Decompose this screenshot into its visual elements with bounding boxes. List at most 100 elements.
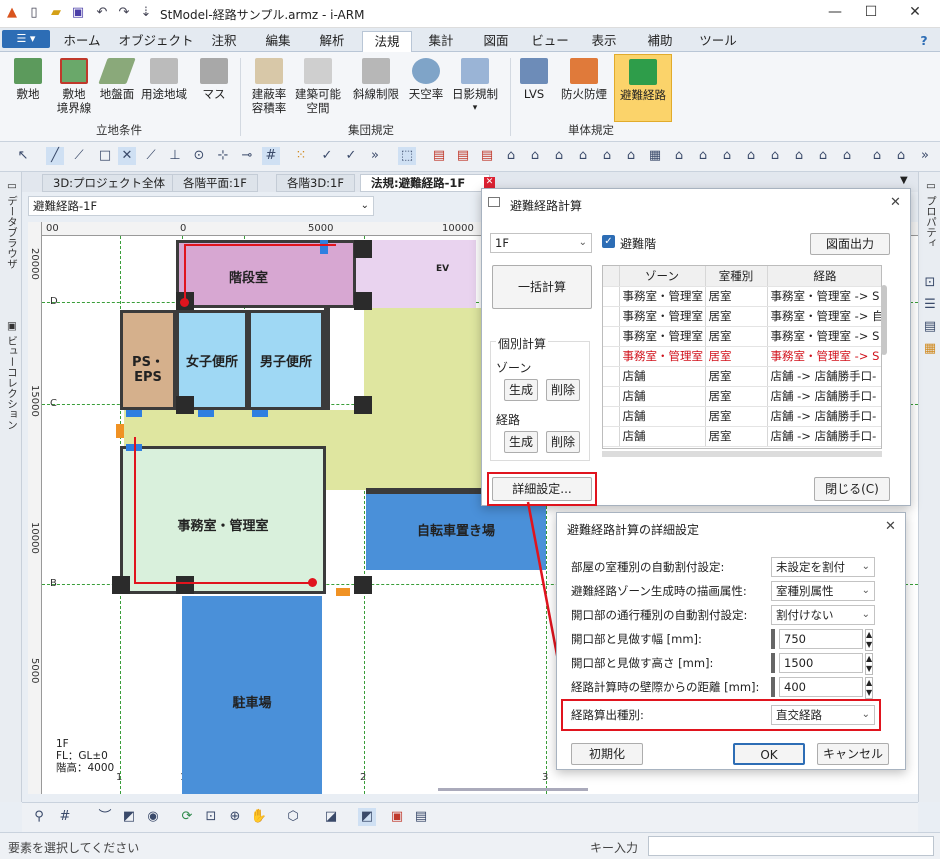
bulk-calc-button[interactable]: 一括計算 [492,265,592,309]
window-tool-5-icon[interactable]: ⌂ [742,147,760,165]
table-row[interactable]: 店舗 居室 店舗 -> 店舗勝手口- [603,426,881,447]
open-folder-icon[interactable]: ▰ [48,5,64,21]
cube-view-icon[interactable]: ⬡ [284,808,302,826]
snap-box-icon[interactable]: □ [96,147,114,165]
walk-icon[interactable]: ⚲ [30,808,48,826]
help-icon[interactable]: ? [914,31,934,52]
wall-tool-2-icon[interactable]: ▤ [454,147,472,165]
doc-tab-3d-project[interactable]: 3D:プロジェクト全体 [42,174,177,192]
door-tool-icon[interactable]: ⌂ [502,147,520,165]
reset-button[interactable]: 初期化 [571,743,643,765]
pan-hand-icon[interactable]: ✋ [250,808,268,826]
wall-tool-3-icon[interactable]: ▤ [478,147,496,165]
toolbar-more-icon[interactable]: » [366,147,384,165]
refresh-icon[interactable]: ⟳ [178,808,196,826]
table-horizontal-scrollbar[interactable] [602,451,882,457]
wall-tool-icon[interactable]: ▤ [430,147,448,165]
floor-select[interactable]: 1F ⌄ [490,233,592,253]
tab-aggregate[interactable]: 集計 [416,31,466,52]
horizontal-scrollbar[interactable] [438,788,588,791]
window-tool-7-icon[interactable]: ⌂ [790,147,808,165]
table-row[interactable]: 店舗 居室 店舗 -> 店舗勝手口- [603,366,881,387]
spin-up-down-icon[interactable]: ▲ ▼ [865,629,874,651]
ribbon-button-coverage-ratio[interactable]: 建蔽率 容積率 [246,56,292,115]
room-womens-restroom[interactable]: 女子便所 [176,310,248,410]
zone-generate-button[interactable]: 生成 [504,379,538,401]
drawing-output-button[interactable]: 図面出力 [810,233,890,255]
shade-icon[interactable]: ◩ [120,808,138,826]
doc-tab-floor-plan[interactable]: 各階平面:1F [172,174,258,192]
window-tool-8-icon[interactable]: ⌂ [814,147,832,165]
file-menu-button[interactable]: ☰ ▾ [2,30,50,48]
column-header-route[interactable]: 経路 [767,266,881,287]
spin-up-down-icon[interactable]: ▲ ▼ [865,677,874,699]
ribbon-button-slant-limit[interactable]: 斜線制限 [348,56,404,101]
check-2-icon[interactable]: ✓ [342,147,360,165]
opening-width-input[interactable]: 750 [779,629,863,649]
snap-line-icon[interactable]: ╱ [46,147,64,165]
close-window-button[interactable]: ✕ [900,4,930,24]
ribbon-button-shadow-regulation[interactable]: 日影規制 ▾ [448,56,502,115]
zone-delete-button[interactable]: 削除 [546,379,580,401]
table-row[interactable]: 事務室・管理室 居室 事務室・管理室 -> S [603,326,881,347]
window-tool-4-icon[interactable]: ⌂ [718,147,736,165]
column-header-room-type[interactable]: 室種別 [705,266,768,287]
eye-closed-icon[interactable]: ︶ [96,808,114,826]
snap-diagonal-icon[interactable]: ⟋ [142,147,160,165]
ribbon-button-site[interactable]: 敷地 [8,56,48,101]
zoom-icon[interactable]: ⊕ [226,808,244,826]
doc-tab-evacuation[interactable]: 法規:避難経路-1F [360,174,491,192]
minimize-button[interactable]: — [820,4,850,24]
property-tab[interactable]: ▭ プロパティ [924,180,939,248]
door-tool-3-icon[interactable]: ⌂ [550,147,568,165]
room-parking[interactable]: 駐車場 [182,596,322,794]
dialog-close-icon[interactable]: ✕ [890,195,901,210]
opening-type-select[interactable]: 割付けない ⌄ [771,605,875,625]
table-row[interactable]: 店舗 居室 店舗 -> 店舗勝手口- [603,386,881,407]
room-ev[interactable]: EV [356,240,476,308]
table-vertical-scrollbar[interactable] [881,285,887,355]
select-mode-icon[interactable]: ⬚ [398,147,416,165]
room-type-select[interactable]: 未設定を割付 ⌄ [771,557,875,577]
eye-icon[interactable]: ◉ [144,808,162,826]
undo-icon[interactable]: ↶ [94,5,110,21]
key-input-field[interactable] [648,836,934,856]
tab-display[interactable]: 表示 [578,31,630,52]
ok-button[interactable]: OK [733,743,805,765]
ribbon-button-sky-factor[interactable]: 天空率 [404,56,448,101]
window-tool-9-icon[interactable]: ⌂ [838,147,856,165]
room-stair[interactable]: 階段室 [176,240,356,308]
tab-home[interactable]: ホーム [54,31,110,52]
room-ps-eps[interactable]: PS・EPS [120,310,176,410]
route-generate-button[interactable]: 生成 [504,431,538,453]
cancel-button[interactable]: キャンセル [817,743,889,765]
snap-center-icon[interactable]: ⊙ [190,147,208,165]
redo-icon[interactable]: ↷ [116,5,132,21]
export-icon[interactable]: ▣ [388,808,406,826]
ribbon-button-ground-level[interactable]: 地盤面 [96,56,138,101]
ribbon-button-evacuation-route[interactable]: 避難経路 [614,54,672,122]
table-row-selected[interactable]: 事務室・管理室 居室 事務室・管理室 -> S [603,346,881,367]
data-browser-tab[interactable]: ▭ データブラウザ [5,180,20,269]
window-tool-6-icon[interactable]: ⌂ [766,147,784,165]
grid-points-icon[interactable]: ⁙ [292,147,310,165]
snap-midpoint-icon[interactable]: ⊸ [238,147,256,165]
evac-floor-checkbox[interactable]: ✓ [602,235,615,248]
grid-settings-icon[interactable]: # [56,808,74,826]
tab-analysis[interactable]: 解析 [306,31,358,52]
ribbon-button-mass[interactable]: マス [196,56,232,101]
door-tool-5-icon[interactable]: ⌂ [598,147,616,165]
doc-tab-floor-3d[interactable]: 各階3D:1F [276,174,355,192]
snap-cross-icon[interactable]: ✕ [118,147,136,165]
tab-tools[interactable]: ツール [690,31,746,52]
tab-object[interactable]: オブジェクト [114,31,198,52]
list-icon[interactable]: ☰ [921,296,939,314]
binoculars-icon[interactable]: ⊡ [921,274,939,292]
window-tool-3-icon[interactable]: ⌂ [694,147,712,165]
snap-grid-icon[interactable]: # [262,147,280,165]
ribbon-button-buildable-space[interactable]: 建築可能 空間 [292,56,344,115]
window-tool-icon[interactable]: ▦ [646,147,664,165]
door-tool-4-icon[interactable]: ⌂ [574,147,592,165]
maximize-button[interactable]: ☐ [856,4,886,24]
layers-icon[interactable]: ▤ [921,318,939,336]
